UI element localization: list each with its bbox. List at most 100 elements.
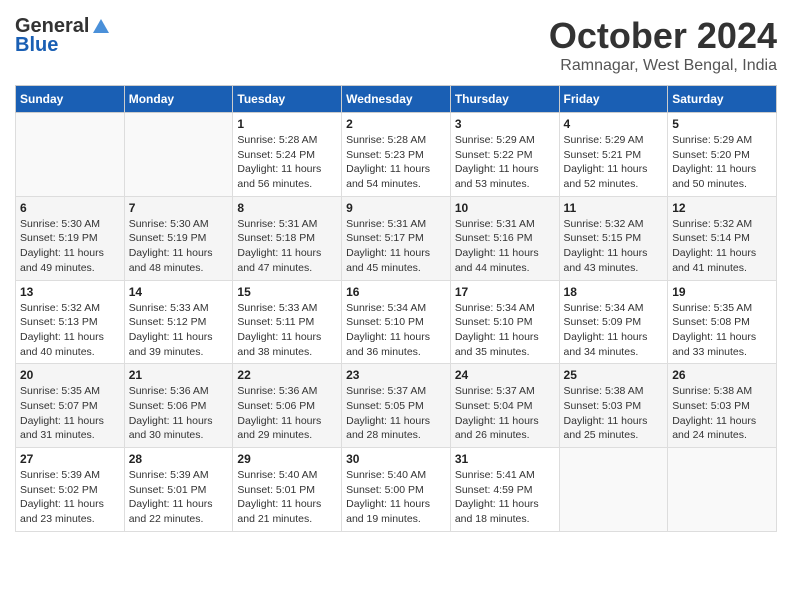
- logo: General Blue: [15, 15, 111, 57]
- calendar-cell: 3Sunrise: 5:29 AM Sunset: 5:22 PM Daylig…: [450, 113, 559, 197]
- day-number: 2: [346, 117, 446, 131]
- calendar-cell: 7 Sunrise: 5:30 AM Sunset: 5:19 PM Daylig…: [124, 196, 233, 280]
- day-info: Sunrise: 5:30 AM Sunset: 5:19 PM Dayligh…: [129, 217, 229, 276]
- day-info: Sunrise: 5:31 AM Sunset: 5:16 PM Dayligh…: [455, 217, 555, 276]
- day-number: 1: [237, 117, 337, 131]
- day-info: Sunrise: 5:31 AM Sunset: 5:17 PM Dayligh…: [346, 217, 446, 276]
- calendar-cell: 21 Sunrise: 5:36 AM Sunset: 5:06 PM Dayli…: [124, 364, 233, 448]
- calendar-cell: 1 Sunrise: 5:28 AM Sunset: 5:24 PM Daylig…: [233, 113, 342, 197]
- calendar-cell: 9 Sunrise: 5:31 AM Sunset: 5:17 PM Daylig…: [342, 196, 451, 280]
- calendar-week-1: 1 Sunrise: 5:28 AM Sunset: 5:24 PM Daylig…: [16, 113, 777, 197]
- calendar-cell: 25 Sunrise: 5:38 AM Sunset: 5:03 PM Dayli…: [559, 364, 668, 448]
- day-number: 25: [564, 368, 664, 382]
- day-info: Sunrise: 5:39 AM Sunset: 5:02 PM Dayligh…: [20, 468, 120, 527]
- calendar-cell: 6 Sunrise: 5:30 AM Sunset: 5:19 PM Daylig…: [16, 196, 125, 280]
- day-info: Sunrise: 5:40 AM Sunset: 5:00 PM Dayligh…: [346, 468, 446, 527]
- day-number: 23: [346, 368, 446, 382]
- day-number: 9: [346, 201, 446, 215]
- calendar-week-5: 27 Sunrise: 5:39 AM Sunset: 5:02 PM Dayli…: [16, 448, 777, 532]
- calendar-header-sunday: Sunday: [16, 86, 125, 113]
- calendar-cell: 24 Sunrise: 5:37 AM Sunset: 5:04 PM Dayli…: [450, 364, 559, 448]
- calendar-cell: 16 Sunrise: 5:34 AM Sunset: 5:10 PM Dayli…: [342, 280, 451, 364]
- day-number: 17: [455, 285, 555, 299]
- day-number: 19: [672, 285, 772, 299]
- calendar-cell: 14Sunrise: 5:33 AM Sunset: 5:12 PM Dayli…: [124, 280, 233, 364]
- calendar-cell: 20Sunrise: 5:35 AM Sunset: 5:07 PM Dayli…: [16, 364, 125, 448]
- calendar-cell: 27 Sunrise: 5:39 AM Sunset: 5:02 PM Dayli…: [16, 448, 125, 532]
- page-header: General Blue October 2024 Ramnagar, West…: [15, 15, 777, 75]
- calendar-cell: 30 Sunrise: 5:40 AM Sunset: 5:00 PM Dayli…: [342, 448, 451, 532]
- day-number: 31: [455, 452, 555, 466]
- calendar-cell: 18 Sunrise: 5:34 AM Sunset: 5:09 PM Dayli…: [559, 280, 668, 364]
- calendar-week-3: 13 Sunrise: 5:32 AM Sunset: 5:13 PM Dayli…: [16, 280, 777, 364]
- title-section: October 2024 Ramnagar, West Bengal, Indi…: [549, 15, 777, 75]
- day-info: Sunrise: 5:40 AM Sunset: 5:01 PM Dayligh…: [237, 468, 337, 527]
- logo-blue: Blue: [15, 34, 58, 57]
- calendar-header-friday: Friday: [559, 86, 668, 113]
- day-number: 28: [129, 452, 229, 466]
- day-number: 7: [129, 201, 229, 215]
- calendar-header-wednesday: Wednesday: [342, 86, 451, 113]
- day-number: 18: [564, 285, 664, 299]
- calendar-week-4: 20Sunrise: 5:35 AM Sunset: 5:07 PM Dayli…: [16, 364, 777, 448]
- location-title: Ramnagar, West Bengal, India: [549, 57, 777, 75]
- day-info: Sunrise: 5:36 AM Sunset: 5:06 PM Dayligh…: [129, 384, 229, 443]
- day-number: 16: [346, 285, 446, 299]
- calendar-header-thursday: Thursday: [450, 86, 559, 113]
- calendar-cell: [559, 448, 668, 532]
- day-info: Sunrise: 5:34 AM Sunset: 5:10 PM Dayligh…: [346, 301, 446, 360]
- calendar-cell: 13 Sunrise: 5:32 AM Sunset: 5:13 PM Dayli…: [16, 280, 125, 364]
- day-number: 8: [237, 201, 337, 215]
- day-info: Sunrise: 5:38 AM Sunset: 5:03 PM Dayligh…: [564, 384, 664, 443]
- calendar-cell: [668, 448, 777, 532]
- day-number: 27: [20, 452, 120, 466]
- day-info: Sunrise: 5:36 AM Sunset: 5:06 PM Dayligh…: [237, 384, 337, 443]
- day-info: Sunrise: 5:37 AM Sunset: 5:05 PM Dayligh…: [346, 384, 446, 443]
- day-number: 22: [237, 368, 337, 382]
- day-info: Sunrise: 5:38 AM Sunset: 5:03 PM Dayligh…: [672, 384, 772, 443]
- day-number: 10: [455, 201, 555, 215]
- day-info: Sunrise: 5:34 AM Sunset: 5:09 PM Dayligh…: [564, 301, 664, 360]
- day-number: 29: [237, 452, 337, 466]
- calendar-header-tuesday: Tuesday: [233, 86, 342, 113]
- day-info: Sunrise: 5:34 AM Sunset: 5:10 PM Dayligh…: [455, 301, 555, 360]
- day-info: Sunrise: 5:39 AM Sunset: 5:01 PM Dayligh…: [129, 468, 229, 527]
- day-info: Sunrise: 5:37 AM Sunset: 5:04 PM Dayligh…: [455, 384, 555, 443]
- month-title: October 2024: [549, 15, 777, 57]
- day-number: 26: [672, 368, 772, 382]
- day-number: 24: [455, 368, 555, 382]
- day-number: 11: [564, 201, 664, 215]
- calendar-cell: 10 Sunrise: 5:31 AM Sunset: 5:16 PM Dayli…: [450, 196, 559, 280]
- day-number: 15: [237, 285, 337, 299]
- calendar-cell: 8 Sunrise: 5:31 AM Sunset: 5:18 PM Daylig…: [233, 196, 342, 280]
- calendar-cell: 31Sunrise: 5:41 AM Sunset: 4:59 PM Dayli…: [450, 448, 559, 532]
- day-info: Sunrise: 5:29 AM Sunset: 5:22 PM Dayligh…: [455, 133, 555, 192]
- calendar-cell: 23 Sunrise: 5:37 AM Sunset: 5:05 PM Dayli…: [342, 364, 451, 448]
- calendar-cell: 28 Sunrise: 5:39 AM Sunset: 5:01 PM Dayli…: [124, 448, 233, 532]
- calendar-cell: 26 Sunrise: 5:38 AM Sunset: 5:03 PM Dayli…: [668, 364, 777, 448]
- day-info: Sunrise: 5:29 AM Sunset: 5:20 PM Dayligh…: [672, 133, 772, 192]
- day-number: 21: [129, 368, 229, 382]
- day-number: 6: [20, 201, 120, 215]
- calendar-cell: 2 Sunrise: 5:28 AM Sunset: 5:23 PM Daylig…: [342, 113, 451, 197]
- calendar-header-monday: Monday: [124, 86, 233, 113]
- day-number: 12: [672, 201, 772, 215]
- day-info: Sunrise: 5:31 AM Sunset: 5:18 PM Dayligh…: [237, 217, 337, 276]
- calendar-cell: 19Sunrise: 5:35 AM Sunset: 5:08 PM Dayli…: [668, 280, 777, 364]
- day-info: Sunrise: 5:32 AM Sunset: 5:14 PM Dayligh…: [672, 217, 772, 276]
- calendar-cell: 17 Sunrise: 5:34 AM Sunset: 5:10 PM Dayli…: [450, 280, 559, 364]
- day-info: Sunrise: 5:29 AM Sunset: 5:21 PM Dayligh…: [564, 133, 664, 192]
- day-info: Sunrise: 5:28 AM Sunset: 5:24 PM Dayligh…: [237, 133, 337, 192]
- day-number: 4: [564, 117, 664, 131]
- day-info: Sunrise: 5:32 AM Sunset: 5:13 PM Dayligh…: [20, 301, 120, 360]
- calendar-header-row: SundayMondayTuesdayWednesdayThursdayFrid…: [16, 86, 777, 113]
- day-number: 13: [20, 285, 120, 299]
- calendar-cell: 15 Sunrise: 5:33 AM Sunset: 5:11 PM Dayli…: [233, 280, 342, 364]
- logo-icon: [91, 17, 111, 37]
- day-number: 30: [346, 452, 446, 466]
- day-info: Sunrise: 5:33 AM Sunset: 5:11 PM Dayligh…: [237, 301, 337, 360]
- day-info: Sunrise: 5:28 AM Sunset: 5:23 PM Dayligh…: [346, 133, 446, 192]
- day-info: Sunrise: 5:30 AM Sunset: 5:19 PM Dayligh…: [20, 217, 120, 276]
- calendar-cell: 22 Sunrise: 5:36 AM Sunset: 5:06 PM Dayli…: [233, 364, 342, 448]
- day-number: 14: [129, 285, 229, 299]
